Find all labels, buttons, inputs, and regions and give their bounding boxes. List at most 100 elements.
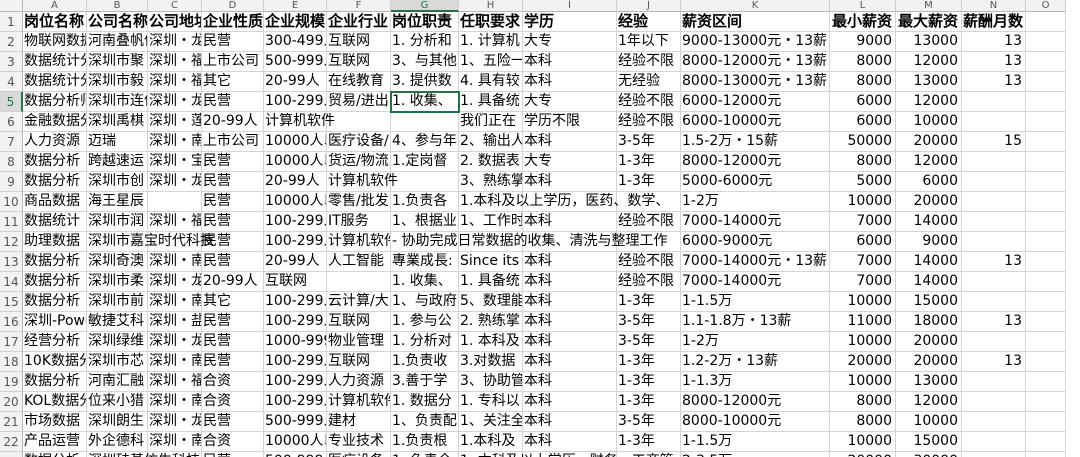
grid-cell[interactable]: 1-3年 bbox=[617, 372, 681, 392]
grid-cell[interactable]: 3、熟练掌 bbox=[459, 172, 523, 192]
grid-cell[interactable]: 经验不限 bbox=[617, 92, 681, 112]
grid-cell[interactable]: 18000 bbox=[896, 312, 962, 332]
grid-cell[interactable]: 经验不限 bbox=[617, 112, 681, 132]
grid-cell[interactable] bbox=[391, 172, 459, 192]
grid-cell[interactable] bbox=[1026, 332, 1066, 352]
grid-cell[interactable]: 深圳市毅 bbox=[87, 72, 148, 92]
header-cell[interactable]: 薪资区间 bbox=[681, 12, 830, 32]
header-cell[interactable]: 学历 bbox=[523, 12, 617, 32]
grid-cell[interactable]: 其它 bbox=[202, 72, 264, 92]
grid-cell[interactable]: 互联网 bbox=[327, 52, 391, 72]
grid-cell[interactable]: 20-99人 bbox=[264, 72, 327, 92]
grid-cell[interactable] bbox=[1026, 32, 1066, 52]
grid-cell[interactable]: 20000 bbox=[896, 192, 962, 212]
grid-cell[interactable] bbox=[1026, 92, 1066, 112]
grid-cell[interactable]: 1.2-2万・13薪 bbox=[681, 352, 830, 372]
grid-cell[interactable]: 500-999人 bbox=[264, 52, 327, 72]
grid-cell[interactable] bbox=[1026, 172, 1066, 192]
grid-cell[interactable]: 7000-14000元・13薪 bbox=[681, 252, 830, 272]
grid-cell[interactable] bbox=[1026, 152, 1066, 172]
grid-cell[interactable]: 5000-6000元 bbox=[681, 172, 830, 192]
grid-cell[interactable]: 民营 bbox=[202, 32, 264, 52]
grid-cell[interactable]: 深圳・福田 bbox=[148, 72, 202, 92]
grid-cell[interactable]: 8000 bbox=[830, 152, 896, 172]
grid-cell[interactable]: 1. 分析和 bbox=[391, 32, 459, 52]
grid-cell[interactable]: 民营 bbox=[202, 312, 264, 332]
grid-cell[interactable]: KOL数据分 bbox=[23, 392, 87, 412]
grid-cell[interactable]: 1、五险一 bbox=[459, 52, 523, 72]
grid-cell[interactable] bbox=[962, 272, 1026, 292]
row-header-8[interactable]: 8 bbox=[0, 152, 23, 172]
row-header-12[interactable]: 12 bbox=[0, 232, 23, 252]
grid-cell[interactable] bbox=[1026, 212, 1066, 232]
grid-cell[interactable]: 5、数理能 bbox=[459, 292, 523, 312]
grid-cell[interactable]: 深圳・龙岗 bbox=[148, 172, 202, 192]
grid-cell[interactable]: 物联网数据 bbox=[23, 32, 87, 52]
grid-cell[interactable]: 深圳・龙岗 bbox=[148, 32, 202, 52]
grid-cell[interactable]: 专业技术 bbox=[327, 432, 391, 452]
grid-cell[interactable]: 8000-10000元 bbox=[681, 412, 830, 432]
grid-cell[interactable]: 民营 bbox=[202, 152, 264, 172]
grid-cell[interactable]: 数据统计分 bbox=[23, 72, 87, 92]
header-cell[interactable]: 最小薪资 bbox=[830, 12, 896, 32]
grid-cell[interactable]: 20-99人 bbox=[264, 252, 327, 272]
grid-cell[interactable]: 500-999人 bbox=[264, 452, 327, 457]
grid-cell[interactable]: 8000-12000元 bbox=[681, 152, 830, 172]
grid-cell[interactable]: 1.负责收 bbox=[391, 352, 459, 372]
grid-cell[interactable] bbox=[1026, 232, 1066, 252]
grid-cell[interactable]: 大专 bbox=[523, 152, 617, 172]
header-cell[interactable] bbox=[1026, 12, 1066, 32]
grid-cell[interactable]: 本科 bbox=[523, 352, 617, 372]
grid-cell[interactable]: 1-3年 bbox=[617, 352, 681, 372]
grid-cell[interactable] bbox=[962, 432, 1026, 452]
grid-cell[interactable]: 3-5年 bbox=[617, 312, 681, 332]
grid-cell[interactable]: 100-299人 bbox=[264, 232, 327, 252]
grid-cell[interactable]: 数据统计 bbox=[23, 212, 87, 232]
grid-cell[interactable]: 深圳市润 bbox=[87, 212, 148, 232]
grid-cell[interactable]: 100-299人 bbox=[264, 352, 327, 372]
grid-cell[interactable]: 10000人以上 bbox=[264, 152, 327, 172]
grid-cell[interactable]: 1. 本科及 bbox=[459, 332, 523, 352]
grid-cell[interactable]: 3-5年 bbox=[617, 412, 681, 432]
grid-cell[interactable]: 10000人以上 bbox=[264, 192, 327, 212]
grid-cell[interactable]: 深圳市创 bbox=[87, 172, 148, 192]
grid-cell[interactable]: 深圳・南山 bbox=[148, 392, 202, 412]
grid-cell[interactable] bbox=[1026, 412, 1066, 432]
grid-cell[interactable]: 数据分析 bbox=[23, 452, 87, 457]
grid-cell[interactable] bbox=[962, 332, 1026, 352]
grid-cell[interactable]: 3. 提供数 bbox=[391, 72, 459, 92]
grid-cell[interactable] bbox=[962, 112, 1026, 132]
grid-cell[interactable]: 本科 bbox=[523, 52, 617, 72]
grid-cell[interactable]: 10000 bbox=[830, 192, 896, 212]
row-header-5[interactable]: 5 bbox=[0, 92, 23, 112]
grid-cell[interactable]: 我们正在 bbox=[459, 112, 523, 132]
grid-cell[interactable]: 数据分析 bbox=[23, 372, 87, 392]
column-header-N[interactable]: N bbox=[962, 0, 1026, 12]
grid-cell[interactable]: 1.本科及 bbox=[459, 432, 523, 452]
grid-cell[interactable]: 500-999人 bbox=[264, 412, 327, 432]
grid-cell[interactable] bbox=[1026, 292, 1066, 312]
header-cell[interactable]: 企业行业 bbox=[327, 12, 391, 32]
grid-cell[interactable]: 深圳市嘉宝时代科技 bbox=[87, 232, 214, 252]
grid-cell[interactable]: 无经验 bbox=[617, 72, 681, 92]
grid-cell[interactable]: 1、与政府 bbox=[391, 292, 459, 312]
grid-cell[interactable]: 深圳・宝安 bbox=[148, 152, 202, 172]
grid-cell[interactable]: 12000 bbox=[896, 152, 962, 172]
grid-cell[interactable]: 10000 bbox=[896, 412, 962, 432]
grid-cell[interactable]: 合资 bbox=[202, 432, 264, 452]
grid-cell[interactable]: 本科 bbox=[523, 372, 617, 392]
grid-cell[interactable]: 1、工作时 bbox=[459, 212, 523, 232]
grid-cell[interactable]: IT服务 bbox=[327, 212, 391, 232]
grid-cell[interactable]: 大专 bbox=[523, 32, 617, 52]
grid-cell[interactable]: 医疗设备 bbox=[327, 452, 391, 457]
grid-cell[interactable]: 13000 bbox=[896, 32, 962, 52]
grid-cell[interactable] bbox=[962, 412, 1026, 432]
grid-cell[interactable]: 深圳・龙岗 bbox=[148, 272, 202, 292]
grid-cell[interactable]: 3-5年 bbox=[617, 332, 681, 352]
column-header-F[interactable]: F bbox=[327, 0, 391, 12]
column-header-K[interactable]: K bbox=[681, 0, 830, 12]
grid-cell[interactable] bbox=[1026, 52, 1066, 72]
grid-cell[interactable]: 專業成長: bbox=[391, 252, 459, 272]
grid-cell[interactable]: 300-499人 bbox=[264, 32, 327, 52]
column-header-D[interactable]: D bbox=[202, 0, 264, 12]
